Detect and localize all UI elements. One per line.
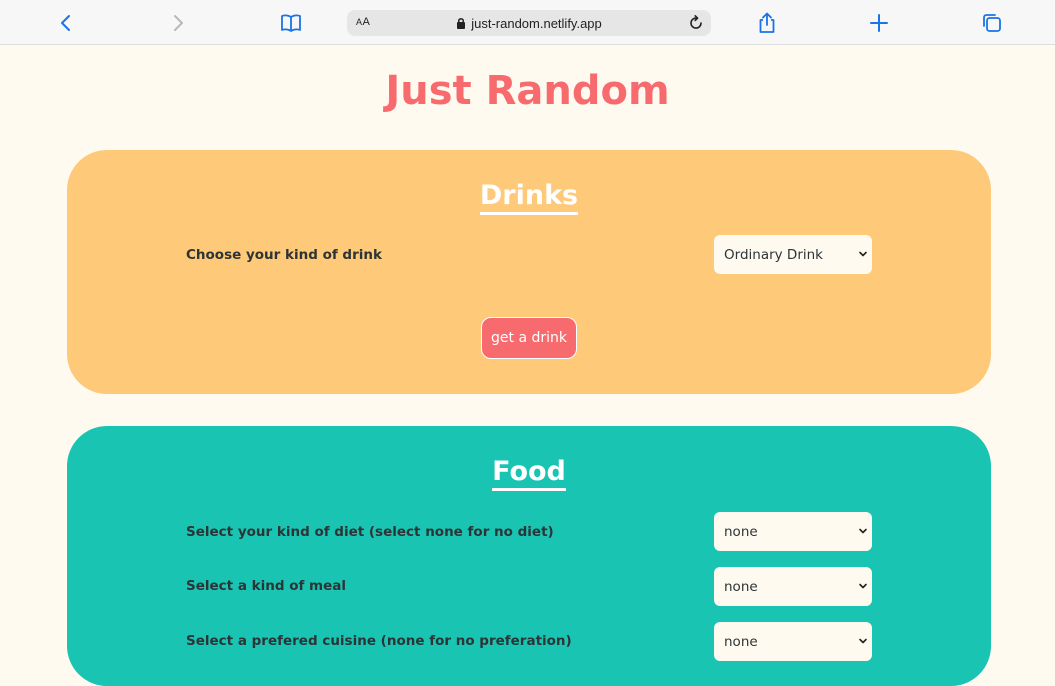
drink-kind-select[interactable]: Ordinary Drink [714,235,872,274]
lock-icon [456,14,466,33]
page-title: Just Random [385,68,670,114]
drink-kind-label: Choose your kind of drink [186,247,382,263]
browser-toolbar: AA just-random.netlify.app [0,0,1055,45]
diet-value: none [724,523,758,540]
cuisine-label: Select a prefered cuisine (none for no p… [186,633,572,649]
food-card: Food Select your kind of diet (select no… [67,426,991,686]
bookmarks-icon[interactable] [279,11,303,35]
tabs-overview-icon[interactable] [980,11,1004,35]
address-bar[interactable]: AA just-random.netlify.app [347,10,711,36]
drinks-card: Drinks Choose your kind of drink Ordinar… [67,150,991,394]
drinks-heading: Drinks [67,180,991,215]
diet-label: Select your kind of diet (select none fo… [186,524,554,540]
reload-icon[interactable] [687,14,705,32]
cuisine-value: none [724,633,758,650]
new-tab-icon[interactable] [867,11,891,35]
cuisine-select[interactable]: none [714,622,872,661]
chevron-down-icon [859,251,867,257]
share-icon[interactable] [755,11,779,35]
chevron-down-icon [859,583,867,589]
back-icon[interactable] [54,11,78,35]
drink-kind-value: Ordinary Drink [724,246,823,263]
meal-value: none [724,578,758,595]
get-drink-button[interactable]: get a drink [481,317,577,359]
food-heading: Food [67,456,991,491]
chevron-down-icon [859,638,867,644]
meal-select[interactable]: none [714,567,872,606]
url-text[interactable]: just-random.netlify.app [471,16,602,31]
diet-select[interactable]: none [714,512,872,551]
meal-label: Select a kind of meal [186,578,347,594]
chevron-down-icon [859,528,867,534]
forward-icon[interactable] [166,11,190,35]
